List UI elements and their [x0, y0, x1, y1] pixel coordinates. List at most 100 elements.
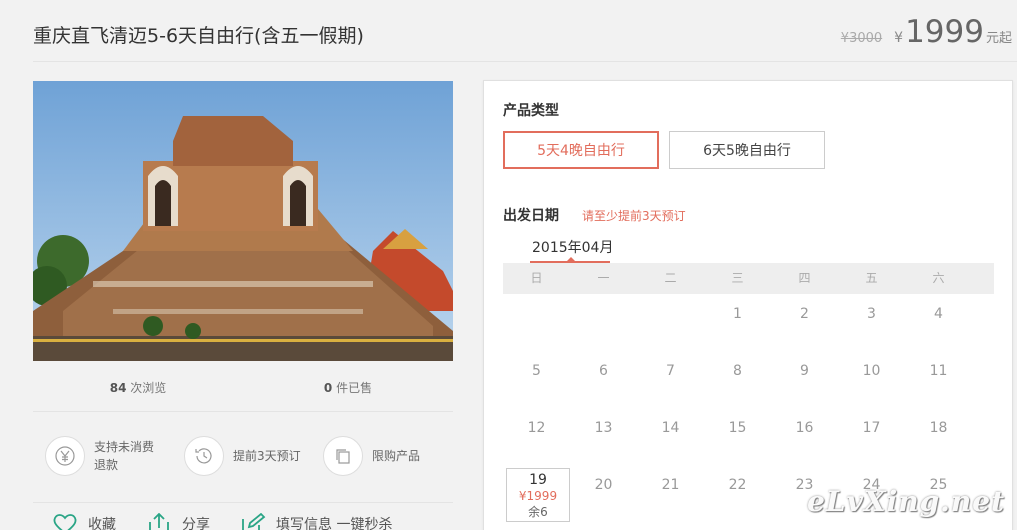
- heart-icon: [53, 514, 77, 530]
- option-5d4n[interactable]: 5天4晚自由行: [503, 131, 659, 169]
- calendar-day-available[interactable]: 19 ¥1999 余6: [506, 468, 570, 522]
- day-number: 11: [929, 363, 948, 379]
- day-number: 17: [862, 420, 881, 436]
- yuan-icon: [45, 436, 85, 476]
- share-button[interactable]: 分享: [146, 513, 210, 530]
- weekday-label: 四: [798, 271, 811, 285]
- weekday-label: 六: [932, 271, 945, 285]
- weekday-label: 日: [530, 271, 543, 285]
- fill-info-label: 填写信息 一键秒杀: [276, 517, 393, 530]
- sold-label: 件已售: [336, 381, 373, 395]
- header-divider: [33, 61, 1017, 62]
- calendar-day: 6: [570, 351, 637, 408]
- favorite-label: 收藏: [88, 517, 116, 530]
- product-type-label: 产品类型: [503, 103, 559, 119]
- month-tab[interactable]: 2015年04月: [532, 237, 613, 257]
- price-unit: 元起: [985, 31, 1012, 46]
- day-number: 14: [661, 420, 680, 436]
- views-label: 次浏览: [130, 381, 167, 395]
- calendar-day: 7: [637, 351, 704, 408]
- day-number: 4: [934, 306, 943, 322]
- calendar-day: 9: [771, 351, 838, 408]
- calendar-day: 4: [905, 294, 972, 351]
- action-bar: 收藏 分享 填写信息 一键秒杀: [52, 513, 422, 530]
- day-number: 20: [594, 477, 613, 493]
- day-number: 3: [867, 306, 876, 322]
- sold-count: 0: [323, 381, 333, 395]
- share-icon: [149, 513, 169, 530]
- share-label: 分享: [182, 517, 210, 530]
- booking-panel: 产品类型 5天4晚自由行 6天5晚自由行 出发日期 请至少提前3天预订 2015…: [483, 80, 1013, 530]
- feature-refund: 支持未消费退款: [45, 436, 164, 476]
- calendar-day: 1: [704, 294, 771, 351]
- product-title: 重庆直飞清迈5-6天自由行(含五一假期): [33, 25, 364, 47]
- day-number: 2: [800, 306, 809, 322]
- calendar-day: 21: [637, 465, 704, 522]
- day-number: 16: [795, 420, 814, 436]
- day-number: 12: [527, 420, 546, 436]
- day-price: ¥1999: [518, 489, 558, 503]
- copy-icon: [323, 436, 363, 476]
- day-number: 7: [666, 363, 675, 379]
- weekday-header: 日 一 二 三 四 五 六: [503, 263, 994, 294]
- calendar-day: 12: [503, 408, 570, 465]
- booking-hint: 请至少提前3天预订: [582, 209, 686, 223]
- sold-stat: 0 件已售: [243, 379, 453, 396]
- month-caret-icon: [567, 257, 575, 261]
- stats-bar: 84 次浏览 0 件已售: [33, 379, 453, 396]
- day-number: 18: [929, 420, 948, 436]
- watermark: eLvXing.net: [807, 485, 1005, 518]
- day-remaining: 余6: [528, 505, 548, 519]
- day-number: 9: [800, 363, 809, 379]
- feature-limited: 限购产品: [323, 436, 442, 476]
- day-number: 6: [599, 363, 608, 379]
- feature-list: 支持未消费退款 提前3天预订 限购产品: [45, 436, 462, 476]
- feature-label: 支持未消费退款: [94, 440, 155, 472]
- calendar-day: 2: [771, 294, 838, 351]
- views-count: 84: [109, 381, 127, 395]
- calendar-day: 18: [905, 408, 972, 465]
- feature-advance-booking: 提前3天预订: [184, 436, 303, 476]
- weekday-label: 三: [731, 271, 744, 285]
- day-number: 10: [862, 363, 881, 379]
- option-6d5n[interactable]: 6天5晚自由行: [669, 131, 825, 169]
- calendar-day: 15: [704, 408, 771, 465]
- weekday-label: 二: [664, 271, 677, 285]
- feature-label: 限购产品: [372, 449, 421, 463]
- day-number: 8: [733, 363, 742, 379]
- calendar-day: 17: [838, 408, 905, 465]
- calendar-day: 3: [838, 294, 905, 351]
- currency-symbol: ¥: [894, 30, 904, 46]
- calendar-day: 13: [570, 408, 637, 465]
- sale-price: 1999: [905, 14, 984, 50]
- calendar-day: 11: [905, 351, 972, 408]
- day-number: 19: [529, 472, 547, 488]
- calendar-day: 14: [637, 408, 704, 465]
- weekday-label: 五: [865, 271, 878, 285]
- calendar-day: 10: [838, 351, 905, 408]
- calendar-day: 5: [503, 351, 570, 408]
- day-number: 5: [532, 363, 541, 379]
- price-box: ¥3000 ¥ 1999 元起: [841, 14, 1012, 50]
- feature-label: 提前3天预订: [233, 449, 301, 463]
- weekday-label: 一: [597, 271, 610, 285]
- fill-info-button[interactable]: 填写信息 一键秒杀: [240, 513, 392, 530]
- stats-divider: [33, 411, 453, 412]
- day-number: 21: [661, 477, 680, 493]
- features-divider: [33, 502, 453, 503]
- day-number: 22: [728, 477, 747, 493]
- original-price: ¥3000: [840, 31, 883, 46]
- calendar-day: 16: [771, 408, 838, 465]
- calendar-day: 20: [570, 465, 637, 522]
- views-stat: 84 次浏览: [33, 379, 243, 396]
- edit-icon: [242, 513, 266, 530]
- clock-icon: [184, 436, 224, 476]
- favorite-button[interactable]: 收藏: [52, 513, 116, 530]
- calendar-day: 22: [704, 465, 771, 522]
- day-number: 1: [733, 306, 742, 322]
- departure-label: 出发日期: [503, 208, 559, 224]
- calendar-day: 8: [704, 351, 771, 408]
- day-number: 15: [728, 420, 747, 436]
- day-number: 13: [594, 420, 613, 436]
- product-photo[interactable]: [33, 81, 453, 361]
